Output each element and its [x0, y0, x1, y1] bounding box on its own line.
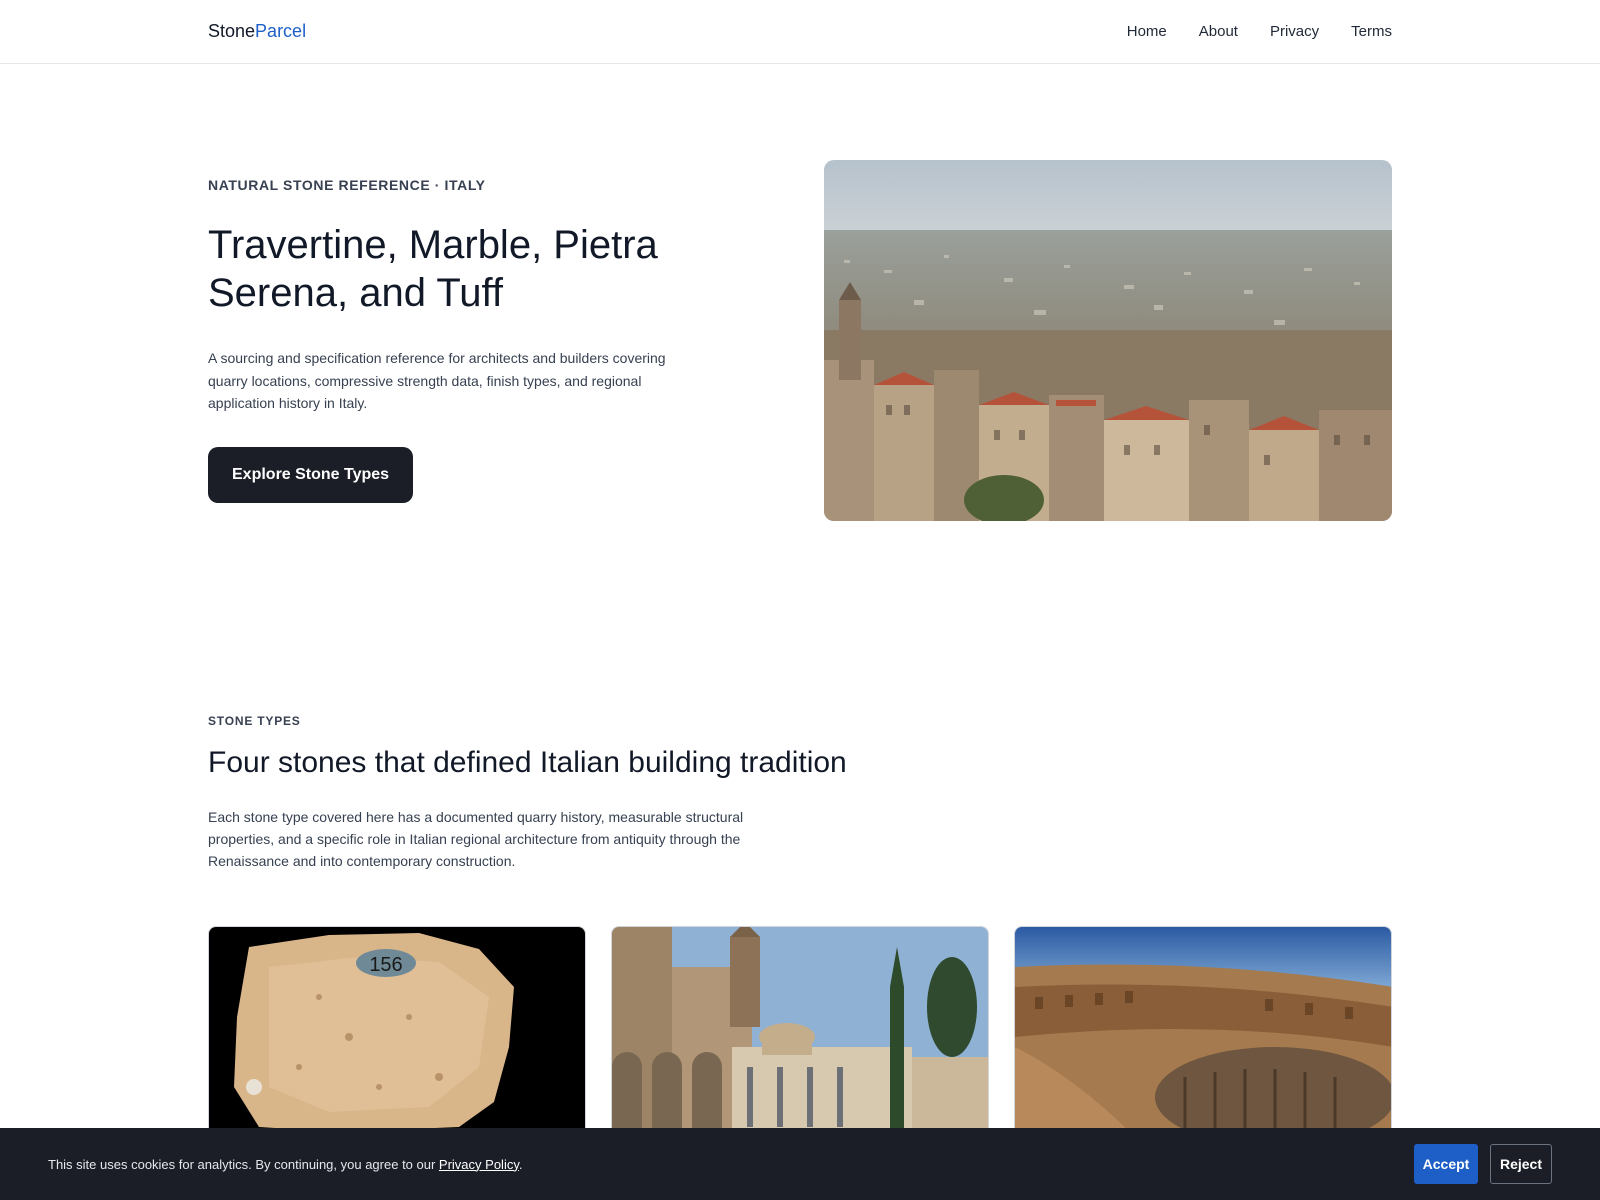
- cookie-banner: This site uses cookies for analytics. By…: [0, 1128, 1600, 1200]
- renaissance-courtyard-image: [612, 927, 988, 1135]
- cookie-message: This site uses cookies for analytics. By…: [48, 1157, 523, 1172]
- colosseum-interior-image: [1015, 927, 1391, 1135]
- stone-cards: 156: [208, 926, 1392, 1136]
- cookie-actions: Accept Reject: [1414, 1144, 1552, 1184]
- hero-text: NATURAL STONE REFERENCE · ITALY Traverti…: [208, 160, 688, 503]
- section-title: Four stones that defined Italian buildin…: [208, 746, 847, 779]
- nav-link-privacy[interactable]: Privacy: [1270, 23, 1319, 40]
- sample-label: 156: [369, 954, 402, 976]
- travertine-sample-image: 156: [209, 927, 585, 1135]
- privacy-policy-link[interactable]: Privacy Policy: [439, 1157, 519, 1172]
- top-navigation: StoneParcel Home About Privacy Terms: [0, 0, 1600, 64]
- stone-types-section: STONE TYPES Four stones that defined Ita…: [208, 714, 1392, 872]
- cookie-text: This site uses cookies for analytics. By…: [48, 1156, 439, 1172]
- explore-stone-types-button[interactable]: Explore Stone Types: [208, 446, 414, 503]
- nav-links: Home About Privacy Terms: [1127, 23, 1392, 40]
- hero-description: A sourcing and specification reference f…: [208, 350, 666, 411]
- hero-section: NATURAL STONE REFERENCE · ITALY Traverti…: [208, 160, 1392, 521]
- accept-cookies-button[interactable]: Accept: [1414, 1144, 1478, 1184]
- brand-name-parcel: Parcel: [255, 21, 307, 41]
- hero-eyebrow: NATURAL STONE REFERENCE · ITALY: [208, 177, 486, 193]
- card-pietra-serena[interactable]: [611, 926, 989, 1136]
- brand-name-stone: Stone: [208, 21, 256, 41]
- cookie-text-suffix: .: [518, 1156, 523, 1172]
- nav-link-home[interactable]: Home: [1127, 23, 1167, 40]
- nav-link-terms[interactable]: Terms: [1351, 23, 1392, 40]
- card-travertine[interactable]: 156: [208, 926, 586, 1136]
- reject-cookies-button[interactable]: Reject: [1490, 1144, 1552, 1184]
- hill-town-illustration: [824, 160, 1392, 521]
- section-eyebrow: STONE TYPES: [208, 714, 301, 728]
- nav-link-about[interactable]: About: [1199, 23, 1238, 40]
- card-tuff[interactable]: [1014, 926, 1392, 1136]
- section-description: Each stone type covered here has a docum…: [208, 809, 744, 869]
- brand-logo[interactable]: StoneParcel: [208, 21, 306, 42]
- hero-title: Travertine, Marble, Pietra Serena, and T…: [208, 223, 658, 315]
- hero-image-hill-town: [824, 160, 1392, 521]
